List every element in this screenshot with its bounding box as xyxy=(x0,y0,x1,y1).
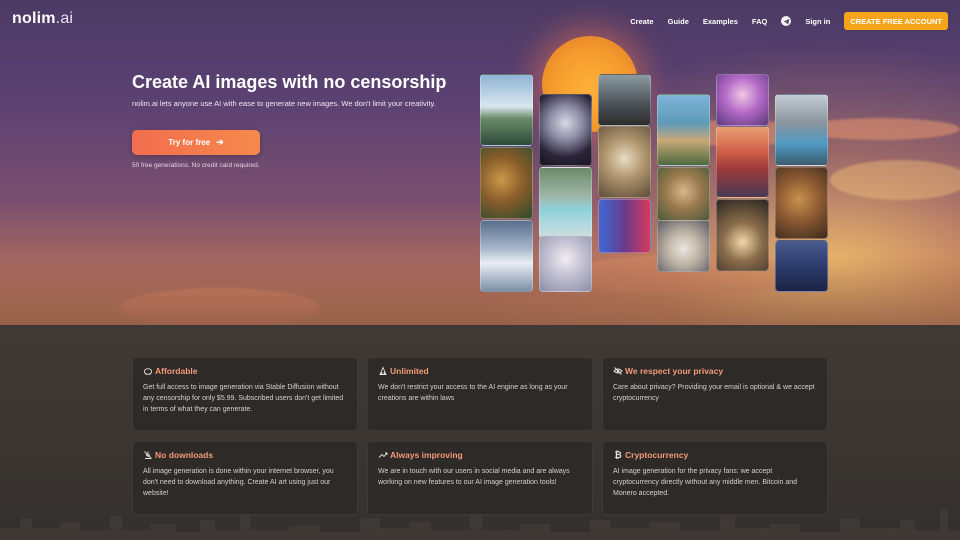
try-for-free-button[interactable]: Try for free ➔ xyxy=(132,130,260,155)
create-account-button[interactable]: CREATE FREE ACCOUNT xyxy=(844,12,948,30)
feature-body: We are in touch with our users in social… xyxy=(378,468,570,486)
try-button-label: Try for free xyxy=(168,138,211,147)
feature-title: Unlimited xyxy=(390,366,429,376)
feature-title: We respect your privacy xyxy=(625,366,724,376)
feature-card-unlimited: Unlimited We don't restrict your access … xyxy=(367,357,593,431)
gallery-image-monkey-family[interactable] xyxy=(480,147,533,219)
feature-title: No downloads xyxy=(155,450,214,460)
gallery-image-grand-hall[interactable] xyxy=(598,126,651,198)
feature-card-cryptocurrency: ₿ Cryptocurrency AI image generation for… xyxy=(602,441,828,515)
feature-card-always-improving: Always improving We are in touch with ou… xyxy=(367,441,593,515)
feature-card-no-downloads: No downloads All image generation is don… xyxy=(132,441,358,515)
cloud xyxy=(830,160,960,200)
gallery-image-astronaut-dog[interactable] xyxy=(657,220,710,272)
feature-title: Cryptocurrency xyxy=(625,450,689,460)
nav-link-examples[interactable]: Examples xyxy=(703,17,738,26)
feature-body: Care about privacy? Providing your email… xyxy=(613,384,815,402)
no-download-icon xyxy=(144,451,152,459)
gallery-image-cyborg-woman[interactable] xyxy=(539,94,592,166)
gallery-image-anime-girl[interactable] xyxy=(716,74,769,126)
piggy-bank-icon xyxy=(143,368,153,375)
gallery-image-luxury-lobby[interactable] xyxy=(716,199,769,271)
gallery-image-neon-city[interactable] xyxy=(775,240,828,292)
nav-link-guide[interactable]: Guide xyxy=(668,17,689,26)
logo-main: nolim xyxy=(12,10,56,27)
signin-link[interactable]: Sign in xyxy=(805,17,830,26)
feature-title: Always improving xyxy=(390,450,463,460)
feature-title: Affordable xyxy=(155,366,198,376)
unlimited-icon xyxy=(379,366,387,375)
top-nav: Create Guide Examples FAQ Sign in CREATE… xyxy=(616,12,948,30)
feature-body: All image generation is done within your… xyxy=(143,468,334,497)
gallery-image-snowy-peaks[interactable] xyxy=(480,220,533,292)
logo[interactable]: nolim.ai xyxy=(12,10,73,28)
gallery-image-armored-figure[interactable] xyxy=(598,74,651,126)
gallery-image-modern-house-pool[interactable] xyxy=(775,94,828,166)
gallery-image-red-mountains[interactable] xyxy=(716,126,769,198)
hero-title: Create AI images with no censorship xyxy=(132,72,447,92)
gallery-image-mountain-lake[interactable] xyxy=(480,74,533,146)
hero-subtitle: nolim.ai lets anyone use AI with ease to… xyxy=(132,99,436,108)
gallery-image-cyberpunk-man[interactable] xyxy=(598,199,651,253)
feature-card-privacy: We respect your privacy Care about priva… xyxy=(602,357,828,431)
nav-link-faq[interactable]: FAQ xyxy=(752,17,767,26)
bitcoin-icon: ₿ xyxy=(614,450,622,460)
gallery-image-monkey-group[interactable] xyxy=(775,167,828,239)
trending-up-icon xyxy=(378,452,388,458)
gallery-image-white-hair-girl[interactable] xyxy=(539,236,592,292)
telegram-icon[interactable] xyxy=(781,16,792,26)
eye-slash-icon xyxy=(613,367,623,375)
hero-note: 50 free generations. No credit card requ… xyxy=(132,162,260,169)
feature-body: AI image generation for the privacy fans… xyxy=(613,468,798,497)
gallery-image-renaissance-portrait[interactable] xyxy=(657,167,710,221)
logo-suffix: .ai xyxy=(55,10,74,27)
feature-card-affordable: Affordable Get full access to image gene… xyxy=(132,357,358,431)
arrow-right-icon: ➔ xyxy=(216,137,224,147)
gallery-image-forest-pool[interactable] xyxy=(539,167,592,239)
feature-body: We don't restrict your access to the AI … xyxy=(378,384,568,402)
feature-body: Get full access to image generation via … xyxy=(143,384,344,413)
nav-link-create[interactable]: Create xyxy=(630,17,653,26)
gallery-image-coastal-villa[interactable] xyxy=(657,94,710,166)
